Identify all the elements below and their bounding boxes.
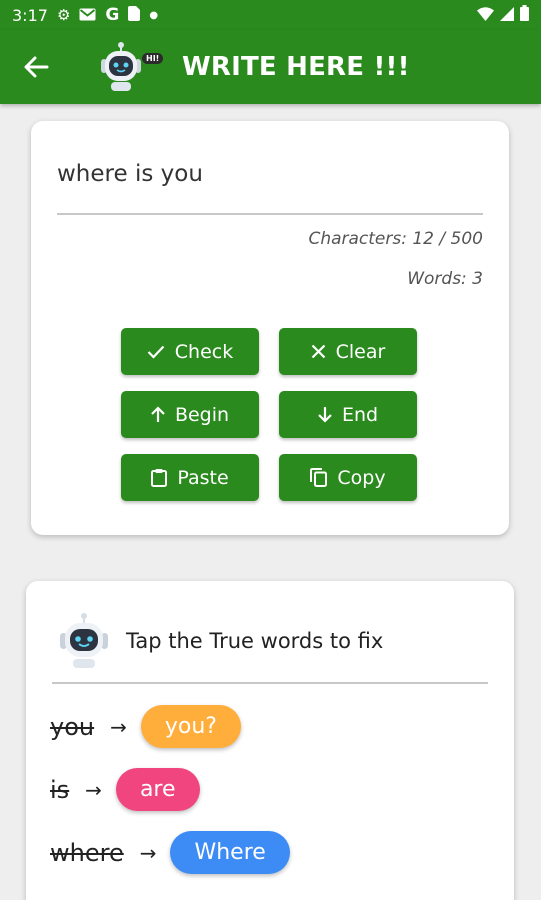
google-icon: G xyxy=(105,5,120,25)
app-bar: HI! WRITE HERE !!! xyxy=(0,30,541,104)
paste-button[interactable]: Paste xyxy=(121,454,259,501)
check-icon xyxy=(147,345,165,359)
robot-icon xyxy=(60,613,108,668)
arrow-right-icon: → xyxy=(110,714,127,739)
status-time: 3:17 xyxy=(12,5,48,25)
begin-button[interactable]: Begin xyxy=(121,391,259,438)
fix-chip[interactable]: are xyxy=(115,768,200,811)
status-left: 3:17 ⚙ G ● xyxy=(12,5,158,25)
wrong-word: you xyxy=(50,712,95,741)
hi-badge: HI! xyxy=(142,53,164,64)
gmail-icon xyxy=(79,6,96,25)
characters-count: Characters: 12 / 500 xyxy=(308,229,483,249)
wrong-word: is xyxy=(50,775,70,804)
words-count: Words: 3 xyxy=(407,269,483,289)
suggestion-row: you → you? xyxy=(50,705,241,748)
check-label: Check xyxy=(174,340,234,363)
suggestion-row: is → are xyxy=(50,768,200,811)
gear-icon: ⚙ xyxy=(56,5,71,24)
check-button[interactable]: Check xyxy=(121,328,259,375)
end-button[interactable]: End xyxy=(279,391,417,438)
suggestions-divider xyxy=(52,682,488,684)
arrow-right-icon: → xyxy=(85,777,102,802)
robot-logo-icon xyxy=(101,42,141,91)
signal-icon xyxy=(500,6,514,25)
copy-icon xyxy=(310,468,328,487)
suggestions-header: Tap the True words to fix xyxy=(54,611,383,671)
editor-card: Characters: 12 / 500 Words: 3 Check Clea… xyxy=(31,121,509,535)
clear-label: Clear xyxy=(335,340,386,363)
fix-chip[interactable]: you? xyxy=(140,705,241,748)
sim-icon xyxy=(128,5,141,25)
back-button[interactable] xyxy=(18,49,54,85)
arrow-up-icon xyxy=(151,406,165,423)
fix-chip[interactable]: Where xyxy=(170,831,290,874)
paste-label: Paste xyxy=(177,466,229,489)
close-icon xyxy=(311,344,326,359)
text-input[interactable] xyxy=(57,161,482,187)
clipboard-icon xyxy=(151,468,168,487)
arrow-right-icon: → xyxy=(139,840,157,865)
begin-label: Begin xyxy=(174,403,230,426)
back-arrow-icon xyxy=(24,56,49,78)
status-bar: 3:17 ⚙ G ● xyxy=(0,0,541,30)
copy-label: Copy xyxy=(337,466,386,489)
suggestion-row: where → Where xyxy=(50,831,290,874)
suggestions-title: Tap the True words to fix xyxy=(126,629,384,653)
wrong-word: where xyxy=(50,838,124,867)
arrow-down-icon xyxy=(318,406,332,423)
wifi-icon xyxy=(477,6,494,25)
robot-logo: HI! xyxy=(96,41,166,93)
suggestions-card: Tap the True words to fix you → you? is … xyxy=(26,581,514,900)
status-right xyxy=(477,5,529,25)
dot-icon: ● xyxy=(149,9,159,21)
copy-button[interactable]: Copy xyxy=(279,454,417,501)
end-label: End xyxy=(341,403,379,426)
battery-icon xyxy=(520,5,529,25)
clear-button[interactable]: Clear xyxy=(279,328,417,375)
app-title: WRITE HERE !!! xyxy=(182,52,410,82)
input-underline xyxy=(57,213,483,215)
